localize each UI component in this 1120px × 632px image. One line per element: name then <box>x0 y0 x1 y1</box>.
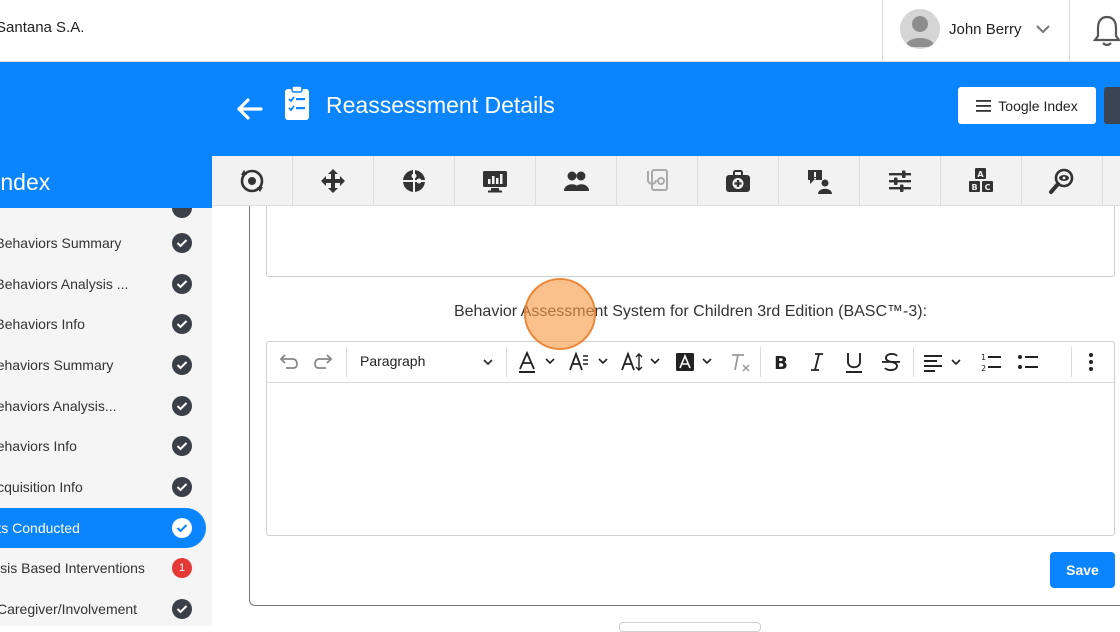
editor-toolbar: Paragraph B 12 <box>267 342 1114 383</box>
sidebar-item-active[interactable]: Assessments Conducted <box>0 508 206 548</box>
sidebar-item[interactable]: Replacement Behaviors Analysis... <box>0 386 206 426</box>
editor-content-area[interactable] <box>267 383 1114 535</box>
toggle-index-label: Toogle Index <box>998 97 1078 114</box>
toolbar-separator <box>760 347 761 377</box>
svg-text:B: B <box>971 183 977 192</box>
check-icon <box>172 477 192 497</box>
menu-icon <box>976 99 992 112</box>
puzzle-icon[interactable] <box>374 156 455 206</box>
sidebar-item[interactable]: Replacement Behaviors Summary <box>0 345 206 385</box>
toolbar-separator <box>506 347 507 377</box>
sidebar-item[interactable]: Adaptive Behaviors Summary <box>0 223 206 263</box>
underline-icon[interactable] <box>843 350 865 374</box>
sync-target-icon[interactable] <box>212 156 293 206</box>
check-icon <box>172 599 192 619</box>
sidebar-item[interactable]: Caregiver/Involvement <box>0 589 206 626</box>
svg-text:C: C <box>985 183 991 192</box>
sidebar-item[interactable]: Replacement Behaviors Info <box>0 426 206 466</box>
undo-icon[interactable] <box>277 350 299 374</box>
svg-text:1: 1 <box>981 353 986 362</box>
alert-person-icon[interactable] <box>779 156 860 206</box>
page-header: Reassessment Details Toogle Index <box>0 62 1120 156</box>
sidebar-item[interactable]: Adaptive Behaviors Info <box>0 304 206 344</box>
sliders-icon[interactable] <box>860 156 941 206</box>
bold-icon[interactable]: B <box>770 350 792 374</box>
organization-name: Santana S.A. <box>0 19 85 36</box>
text-color-icon[interactable] <box>517 350 557 374</box>
font-size-icon[interactable] <box>620 350 664 374</box>
numbered-list-icon[interactable]: 12 <box>979 350 1003 374</box>
clipboard-checklist-icon <box>285 85 309 120</box>
page-title: Reassessment Details <box>326 92 555 118</box>
save-button[interactable]: Save <box>1050 552 1115 588</box>
back-arrow-icon[interactable] <box>234 94 264 124</box>
index-sidebar: Adaptive Behaviors Summary Adaptive Beha… <box>0 208 212 626</box>
basc-3-field-label: Behavior Assessment System for Children … <box>453 303 928 320</box>
pending-count-badge: 1 <box>172 558 192 578</box>
check-icon <box>172 396 192 416</box>
sidebar-item[interactable]: Hypothesis Based Interventions 1 <box>0 548 206 588</box>
index-heading: Index <box>0 156 212 208</box>
block-format-select[interactable]: Paragraph <box>360 350 494 374</box>
highlight-color-icon[interactable] <box>674 350 716 374</box>
search-eye-icon[interactable] <box>1022 156 1103 206</box>
bottom-panel-edge <box>619 622 761 632</box>
basc-3-rich-text-editor[interactable]: Paragraph B 12 <box>266 341 1115 536</box>
bullet-list-icon[interactable] <box>1016 350 1040 374</box>
toolbar-separator <box>346 347 347 377</box>
stethoscope-icon[interactable] <box>617 156 698 206</box>
more-options-icon[interactable] <box>1084 350 1098 374</box>
check-icon <box>172 355 192 375</box>
header-action-button[interactable] <box>1104 87 1120 124</box>
medical-kit-icon[interactable] <box>698 156 779 206</box>
user-name: John Berry <box>949 21 1022 38</box>
check-icon <box>172 518 192 538</box>
clear-formatting-icon[interactable] <box>728 350 752 374</box>
move-arrows-icon[interactable] <box>293 156 374 206</box>
user-menu[interactable]: John Berry <box>882 0 1070 61</box>
chevron-down-icon <box>1036 25 1050 34</box>
user-avatar-icon <box>900 9 940 49</box>
abc-blocks-icon[interactable]: ABC <box>941 156 1022 206</box>
toolbar-separator <box>1071 347 1072 377</box>
previous-editor-box[interactable] <box>266 206 1115 277</box>
monitor-chart-icon[interactable] <box>455 156 536 206</box>
section-icon-toolbar: ABC <box>212 156 1120 206</box>
toolbar-separator <box>913 347 914 377</box>
users-group-icon[interactable] <box>536 156 617 206</box>
check-icon <box>172 233 192 253</box>
check-icon <box>172 208 192 218</box>
svg-text:2: 2 <box>981 364 986 373</box>
strikethrough-icon[interactable] <box>880 350 902 374</box>
click-indicator <box>524 278 596 350</box>
top-bar: Santana S.A. John Berry <box>0 0 1120 62</box>
toggle-index-button[interactable]: Toogle Index <box>958 87 1096 124</box>
bell-icon[interactable] <box>1091 14 1120 48</box>
check-icon <box>172 274 192 294</box>
check-icon <box>172 314 192 334</box>
chevron-down-icon <box>483 359 493 366</box>
sidebar-item[interactable]: Skill Acquisition Info <box>0 467 206 507</box>
align-icon[interactable] <box>922 350 966 374</box>
sidebar-item[interactable]: Adaptive Behaviors Analysis ... <box>0 264 206 304</box>
svg-text:A: A <box>977 170 984 179</box>
font-family-icon[interactable] <box>568 350 612 374</box>
italic-icon[interactable] <box>806 350 828 374</box>
svg-text:B: B <box>774 353 788 374</box>
redo-icon[interactable] <box>313 350 335 374</box>
check-icon <box>172 436 192 456</box>
